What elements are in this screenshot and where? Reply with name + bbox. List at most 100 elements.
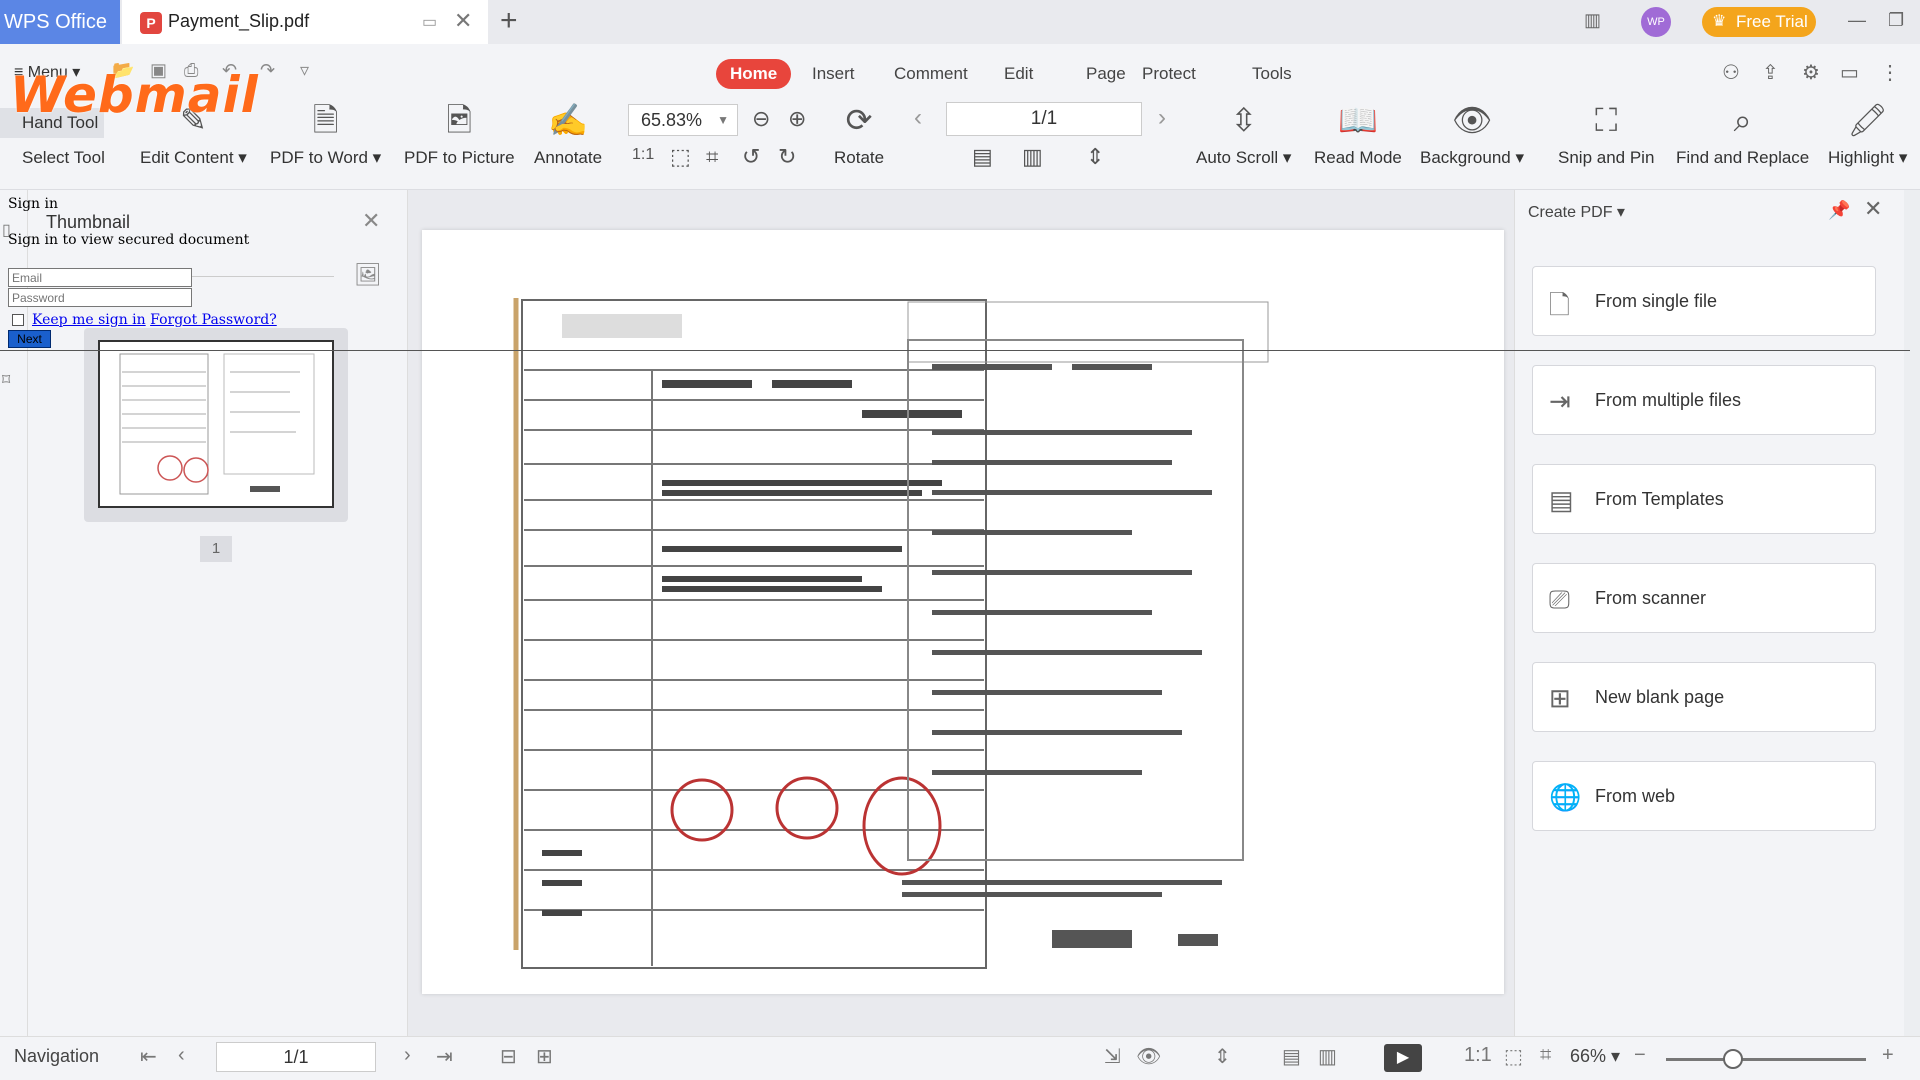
zoom-slider-handle[interactable] xyxy=(1723,1049,1743,1069)
free-trial-button[interactable]: ♛ Free Trial xyxy=(1702,7,1816,37)
document-page[interactable] xyxy=(422,230,1504,994)
tab-tools[interactable]: Tools xyxy=(1238,59,1306,89)
background-label: Background xyxy=(1420,148,1511,167)
previous-page-icon[interactable]: ‹ xyxy=(914,104,922,132)
new-tab-icon[interactable]: + xyxy=(500,4,518,38)
from-web-button[interactable]: 🌐 From web xyxy=(1532,761,1876,831)
navigation-label: Navigation xyxy=(14,1046,100,1066)
comment-icon[interactable]: ▭ xyxy=(1840,60,1859,85)
rotate-label: Rotate xyxy=(834,148,885,167)
create-pdf-title[interactable]: Create PDF ▾ xyxy=(1528,202,1625,222)
highlight-button[interactable]: 🖍 Highlight ▾ xyxy=(1828,100,1907,168)
status-page-input[interactable]: 1/1 xyxy=(216,1042,376,1072)
dual-page-status-icon[interactable]: ▥ xyxy=(1318,1044,1337,1069)
highlighter-icon: 🖍 xyxy=(1847,102,1889,138)
pdf-to-word-button[interactable]: 🗎 PDF to Word ▾ xyxy=(270,100,381,168)
minimize-icon[interactable]: — xyxy=(1848,10,1866,31)
select-tool-button[interactable]: Select Tool xyxy=(22,148,105,168)
zoom-in-icon[interactable]: ⊕ xyxy=(788,106,806,132)
redo-icon[interactable]: ↷ xyxy=(260,60,275,81)
eye-icon: 👁 xyxy=(1451,102,1493,138)
from-multiple-files-button[interactable]: ⇥ From multiple files xyxy=(1532,365,1876,435)
zoom-percent[interactable]: 66% ▾ xyxy=(1570,1046,1620,1067)
image-icon[interactable]: 🖼 xyxy=(354,262,382,288)
forgot-password-link[interactable]: Forgot Password? xyxy=(150,312,277,328)
fit-page-status-icon[interactable]: ⬚ xyxy=(1504,1044,1523,1069)
bookmark-icon[interactable]: ⌑ xyxy=(2,370,10,390)
zoom-value: 65.83% xyxy=(641,110,703,130)
layout-icon[interactable]: ▥ xyxy=(1584,10,1601,31)
prev-page-icon[interactable]: ‹ xyxy=(178,1044,185,1067)
fit-width-icon[interactable]: ⌗ xyxy=(706,144,718,170)
navigation-button[interactable]: Navigation xyxy=(14,1046,99,1067)
continuous-icon[interactable]: ⇕ xyxy=(1086,144,1104,170)
zoom-out-status-icon[interactable]: − xyxy=(1634,1044,1646,1067)
settings-icon[interactable]: ⚙ xyxy=(1802,60,1820,85)
thumbnail-title: Thumbnail xyxy=(46,212,131,232)
pin-icon[interactable]: 📌 xyxy=(1828,200,1850,221)
new-blank-page-button[interactable]: ⊞ New blank page xyxy=(1532,662,1876,732)
from-scanner-button[interactable]: ⎚ From scanner xyxy=(1532,563,1876,633)
tab-home[interactable]: Home xyxy=(716,59,792,89)
from-single-file-button[interactable]: 🗋 From single file xyxy=(1532,266,1876,336)
password-field[interactable] xyxy=(8,288,192,307)
find-replace-button[interactable]: ⌕ Find and Replace xyxy=(1676,100,1809,168)
back-view-icon[interactable]: ⊟ xyxy=(500,1044,517,1069)
pin-tab-icon[interactable]: ▭ xyxy=(422,12,437,32)
single-page-status-icon[interactable]: ▤ xyxy=(1282,1044,1301,1069)
actual-size-icon[interactable]: 1:1 xyxy=(632,146,654,164)
email-field[interactable] xyxy=(8,268,192,287)
tab-protect[interactable]: Protect xyxy=(1128,59,1210,89)
close-icon[interactable]: ✕ xyxy=(362,208,380,234)
next-page-status-icon[interactable]: › xyxy=(404,1044,411,1067)
first-page-icon[interactable]: ⇤ xyxy=(140,1044,157,1069)
next-page-icon[interactable]: › xyxy=(1158,104,1166,132)
close-tab-icon[interactable]: ✕ xyxy=(454,8,472,34)
page-number-input[interactable]: 1/1 xyxy=(946,102,1142,136)
rotate-button[interactable]: ⟳ Rotate xyxy=(834,100,884,168)
dual-page-icon[interactable]: ▥ xyxy=(1022,144,1043,170)
background-button[interactable]: 👁 Background ▾ xyxy=(1420,100,1524,168)
fit-page-icon[interactable]: ⬚ xyxy=(670,144,691,170)
share-user-icon[interactable]: ⚇ xyxy=(1722,60,1740,85)
zoom-out-icon[interactable]: ⊖ xyxy=(752,106,770,132)
right-icon-strip xyxy=(1904,190,1920,1036)
forward-view-icon[interactable]: ⊞ xyxy=(536,1044,553,1069)
restore-icon[interactable]: ❐ xyxy=(1888,10,1904,31)
rotate-left-icon[interactable]: ↺ xyxy=(742,144,760,170)
app-tab[interactable]: WPS Office xyxy=(0,0,120,44)
customize-icon[interactable]: ▿ xyxy=(300,60,309,81)
tab-comment[interactable]: Comment xyxy=(880,59,982,89)
scroll-mode-icon[interactable]: ⇕ xyxy=(1214,1044,1231,1069)
pdf-to-picture-button[interactable]: 🖻 PDF to Picture xyxy=(404,100,515,168)
snip-and-pin-button[interactable]: ⛶ Snip and Pin xyxy=(1558,100,1654,168)
zoom-in-status-icon[interactable]: + xyxy=(1882,1044,1894,1067)
thumbnail-page[interactable] xyxy=(98,340,334,508)
export-page-icon[interactable]: ⇲ xyxy=(1104,1044,1121,1069)
single-page-icon[interactable]: ▤ xyxy=(972,144,993,170)
zoom-select[interactable]: 65.83% ▼ xyxy=(628,104,738,136)
fit-width-status-icon[interactable]: ⌗ xyxy=(1540,1044,1551,1067)
next-button[interactable]: Next xyxy=(8,330,51,348)
tab-insert[interactable]: Insert xyxy=(798,59,869,89)
signin-title: Sign in xyxy=(8,196,58,212)
keep-signed-link[interactable]: Keep me sign in xyxy=(32,312,146,328)
read-mode-button[interactable]: 📖 Read Mode xyxy=(1314,100,1402,168)
rotate-right-icon[interactable]: ↻ xyxy=(778,144,796,170)
document-tab[interactable]: P Payment_Slip.pdf ▭ ✕ xyxy=(122,0,488,44)
from-templates-button[interactable]: ▤ From Templates xyxy=(1532,464,1876,534)
last-page-icon[interactable]: ⇥ xyxy=(436,1044,453,1069)
keep-signed-checkbox[interactable] xyxy=(12,314,24,326)
zoom-slider[interactable] xyxy=(1666,1058,1866,1061)
eye-mode-icon[interactable]: 👁 xyxy=(1136,1044,1161,1069)
tab-edit[interactable]: Edit xyxy=(990,59,1047,89)
play-button[interactable]: ▶ xyxy=(1384,1044,1422,1072)
annotate-button[interactable]: ✍ Annotate xyxy=(534,100,602,168)
auto-scroll-button[interactable]: ⇳ Auto Scroll ▾ xyxy=(1196,100,1291,168)
annotate-label: Annotate xyxy=(534,148,603,167)
export-icon[interactable]: ⇪ xyxy=(1762,60,1779,85)
actual-size-status-icon[interactable]: 1:1 xyxy=(1464,1044,1492,1067)
close-panel-icon[interactable]: ✕ xyxy=(1864,196,1882,222)
avatar[interactable]: WP xyxy=(1641,7,1671,37)
more-icon[interactable]: ⋮ xyxy=(1880,60,1900,85)
